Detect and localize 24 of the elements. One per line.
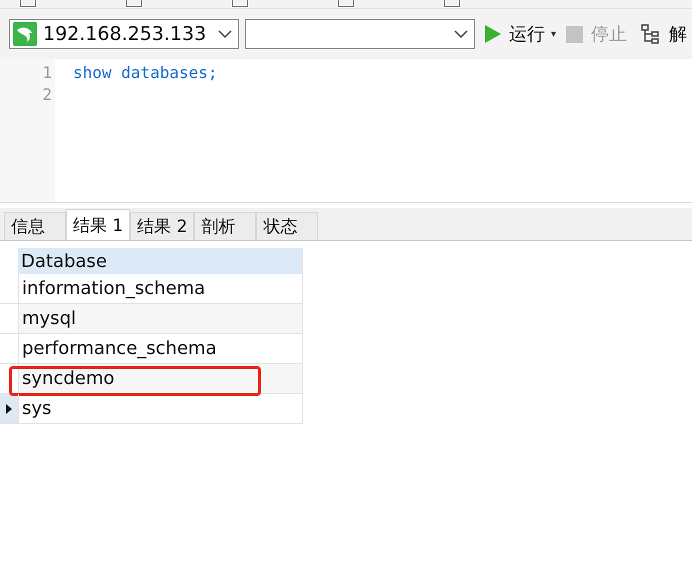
row-indicator[interactable] <box>0 394 18 424</box>
current-row-icon <box>6 404 12 414</box>
column-header[interactable]: Database <box>18 248 303 274</box>
line-number: 1 <box>41 62 52 84</box>
result-tab[interactable]: 信息 <box>4 212 66 240</box>
result-tab[interactable]: 状态 <box>256 212 318 240</box>
tree-icon <box>641 24 662 44</box>
explain-button[interactable]: 解 <box>637 22 692 46</box>
result-tab[interactable]: 剖析 <box>194 212 256 240</box>
table-cell[interactable]: sys <box>18 394 303 424</box>
line-number: 2 <box>41 84 52 106</box>
table-cell[interactable]: mysql <box>18 304 303 334</box>
result-tab[interactable]: 结果 2 <box>130 212 194 240</box>
caret-icon[interactable]: ▾ <box>551 28 556 40</box>
play-icon <box>485 25 501 43</box>
connection-dropdown[interactable]: 192.168.253.133 <box>9 19 239 49</box>
result-tab[interactable]: 结果 1 <box>66 209 130 240</box>
chevron-down-icon <box>218 30 232 38</box>
run-button[interactable]: 运行 <box>481 22 549 46</box>
code-line[interactable]: show databases; <box>73 62 218 84</box>
chevron-down-icon <box>454 30 468 38</box>
dolphin-icon <box>13 22 37 46</box>
stop-icon <box>566 26 584 42</box>
database-dropdown[interactable] <box>245 19 475 49</box>
